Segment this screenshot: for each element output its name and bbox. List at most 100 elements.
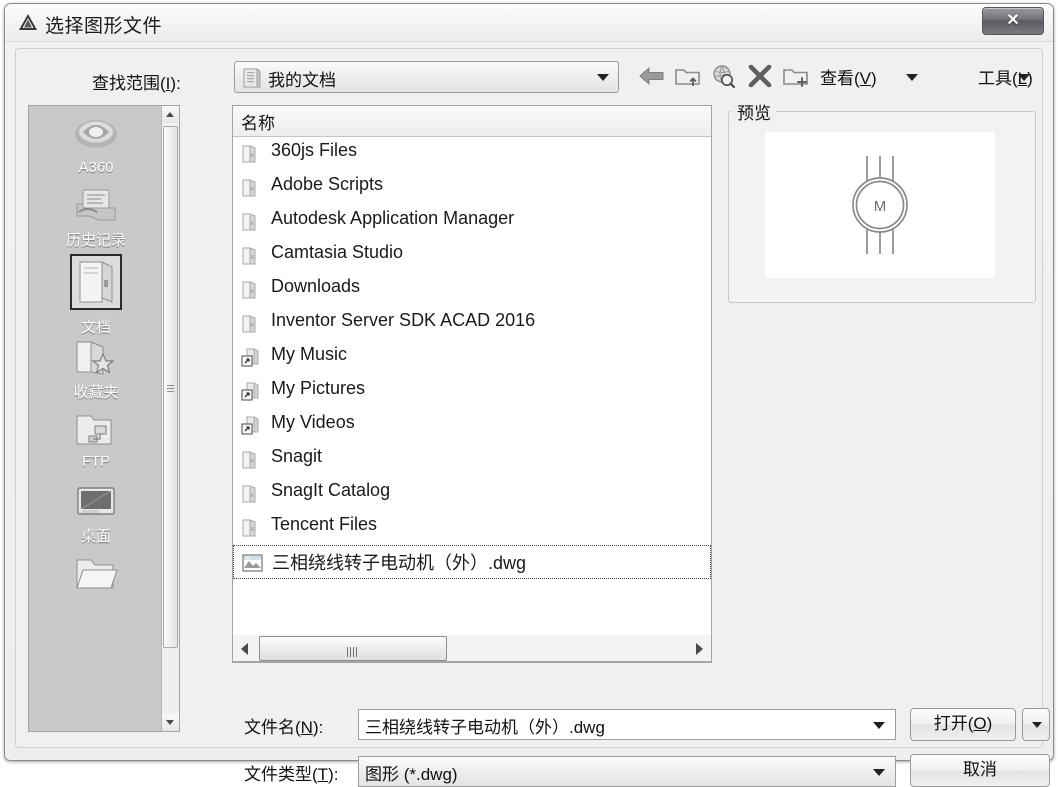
sidebar-item-ftp[interactable]: FTP xyxy=(29,406,163,470)
open-button[interactable]: 打开(O) xyxy=(910,708,1016,741)
file-row[interactable]: SnagIt Catalog xyxy=(233,477,711,511)
file-row[interactable]: Downloads xyxy=(233,273,711,307)
places-list: A360 历史记录 文档 收藏夹 FTP 桌面 xyxy=(29,106,161,731)
filetype-label: 文件类型(T): xyxy=(244,765,339,784)
look-in-combobox[interactable]: 我的文档 xyxy=(234,61,619,93)
sidebar-item-history[interactable]: 历史记录 xyxy=(29,182,163,250)
folder-icon xyxy=(241,517,263,544)
title-bar: 选择图形文件 ✕ xyxy=(5,4,1053,42)
file-row-label: Downloads xyxy=(271,276,361,296)
chevron-up-icon xyxy=(166,112,174,117)
file-row[interactable]: Camtasia Studio xyxy=(233,239,711,273)
file-row-label: My Videos xyxy=(271,412,355,432)
folder-shortcut-icon xyxy=(241,347,263,374)
folder-icon xyxy=(76,559,118,589)
file-row[interactable]: My Pictures xyxy=(233,375,711,409)
file-row[interactable]: Adobe Scripts xyxy=(233,171,711,205)
folder-up-icon xyxy=(675,69,700,86)
file-list[interactable]: 名称 360js Files Adobe Scripts Autodesk Appl… xyxy=(232,105,712,663)
sidebar-item-label: A360 xyxy=(78,159,114,176)
view-menu-chevron-down-icon[interactable] xyxy=(906,74,918,81)
places-scrollbar[interactable] xyxy=(161,106,179,731)
file-row[interactable]: Autodesk Application Manager xyxy=(233,205,711,239)
folder-icon xyxy=(241,449,263,476)
folder-icon xyxy=(241,483,263,510)
sidebar-item-favorites[interactable]: 收藏夹 xyxy=(29,334,163,402)
scroll-right-button[interactable] xyxy=(687,635,711,660)
hscrollbar-thumb[interactable] xyxy=(259,636,447,661)
up-one-level-button[interactable] xyxy=(672,61,704,91)
filename-input[interactable]: 三相绕线转子电动机（外）.dwg xyxy=(358,709,896,740)
file-list-header[interactable]: 名称 xyxy=(233,106,711,137)
desktop-monitor-icon xyxy=(77,487,115,515)
file-row[interactable]: Inventor Server SDK ACAD 2016 xyxy=(233,307,711,341)
file-row[interactable]: My Videos xyxy=(233,409,711,443)
scroll-down-button[interactable] xyxy=(162,714,179,731)
filetype-combobox[interactable]: 图形 (*.dwg) xyxy=(358,756,896,787)
tools-menu-chevron-down-icon[interactable] xyxy=(1018,74,1030,81)
folder-icon xyxy=(241,177,263,204)
scrollbar-thumb[interactable] xyxy=(163,126,178,648)
close-button[interactable]: ✕ xyxy=(982,7,1044,35)
scroll-up-button[interactable] xyxy=(162,106,179,123)
close-icon: ✕ xyxy=(1006,12,1020,29)
scroll-left-button[interactable] xyxy=(233,635,257,660)
file-row-label: My Pictures xyxy=(271,378,366,398)
sidebar-item-extra-folder[interactable] xyxy=(29,550,163,597)
file-row-selected[interactable]: 三相绕线转子电动机（外）.dwg xyxy=(233,545,711,579)
folder-new-icon xyxy=(783,69,808,87)
sidebar-item-label: 收藏夹 xyxy=(73,384,119,401)
favorites-star-icon xyxy=(76,341,115,375)
search-web-button[interactable] xyxy=(708,61,740,91)
chevron-down-icon xyxy=(597,74,609,81)
delete-button[interactable] xyxy=(744,61,776,91)
ftp-folder-icon xyxy=(76,415,112,445)
view-menu[interactable]: 查看(V) xyxy=(820,64,877,89)
chevron-down-icon[interactable] xyxy=(873,722,885,729)
svg-text:M: M xyxy=(874,198,887,215)
sidebar-item-a360[interactable]: A360 xyxy=(29,112,163,176)
file-row[interactable]: Tencent Files xyxy=(233,511,711,545)
look-in-label: 查找范围(I): xyxy=(92,74,181,93)
file-row-label: My Music xyxy=(271,344,347,364)
sidebar-item-documents[interactable]: 文档 xyxy=(29,254,163,337)
three-phase-wound-rotor-motor-symbol: M xyxy=(852,156,908,254)
dialog-body: 查找范围(I): 我的文档 查看(V) 工具(L) A360 历史记录 文档 收… xyxy=(15,48,1050,787)
file-row-label: Autodesk Application Manager xyxy=(271,208,515,228)
folder-shortcut-icon xyxy=(241,415,263,442)
chevron-left-icon xyxy=(241,643,248,655)
file-row-label: 三相绕线转子电动机（外）.dwg xyxy=(272,553,527,573)
file-list-horizontal-scrollbar[interactable] xyxy=(232,635,712,662)
cancel-button[interactable]: 取消 xyxy=(910,754,1050,787)
delete-x-icon xyxy=(748,64,772,88)
preview-legend: 预览 xyxy=(732,99,776,124)
file-row-label: Tencent Files xyxy=(271,514,378,534)
open-dropdown-button[interactable] xyxy=(1022,708,1050,741)
autocad-triangle-icon xyxy=(19,14,37,30)
file-row-label: SnagIt Catalog xyxy=(271,480,391,500)
globe-search-icon xyxy=(713,65,736,89)
sidebar-item-label: 历史记录 xyxy=(65,232,126,249)
file-row[interactable]: My Music xyxy=(233,341,711,375)
folder-icon xyxy=(241,279,263,306)
folder-icon xyxy=(241,245,263,272)
file-row[interactable]: 360js Files xyxy=(233,137,711,171)
chevron-down-icon xyxy=(1032,722,1042,728)
back-arrow-icon xyxy=(639,67,664,85)
filename-label: 文件名(N): xyxy=(244,718,324,737)
file-row[interactable]: Snagit xyxy=(233,443,711,477)
folder-icon xyxy=(241,211,263,238)
folder-icon xyxy=(241,313,263,340)
folder-icon xyxy=(243,68,261,88)
column-header-name[interactable]: 名称 xyxy=(241,109,275,134)
chevron-down-icon xyxy=(873,769,885,776)
sidebar-item-desktop[interactable]: 桌面 xyxy=(29,480,163,546)
back-button[interactable] xyxy=(636,61,668,91)
preview-image: M xyxy=(765,132,995,278)
file-row-label: Inventor Server SDK ACAD 2016 xyxy=(271,310,536,330)
file-row-label: Snagit xyxy=(271,446,323,466)
new-folder-button[interactable] xyxy=(780,61,812,91)
filetype-value: 图形 (*.dwg) xyxy=(365,765,458,784)
places-bar: A360 历史记录 文档 收藏夹 FTP 桌面 xyxy=(28,105,180,732)
look-in-value: 我的文档 xyxy=(268,71,336,90)
